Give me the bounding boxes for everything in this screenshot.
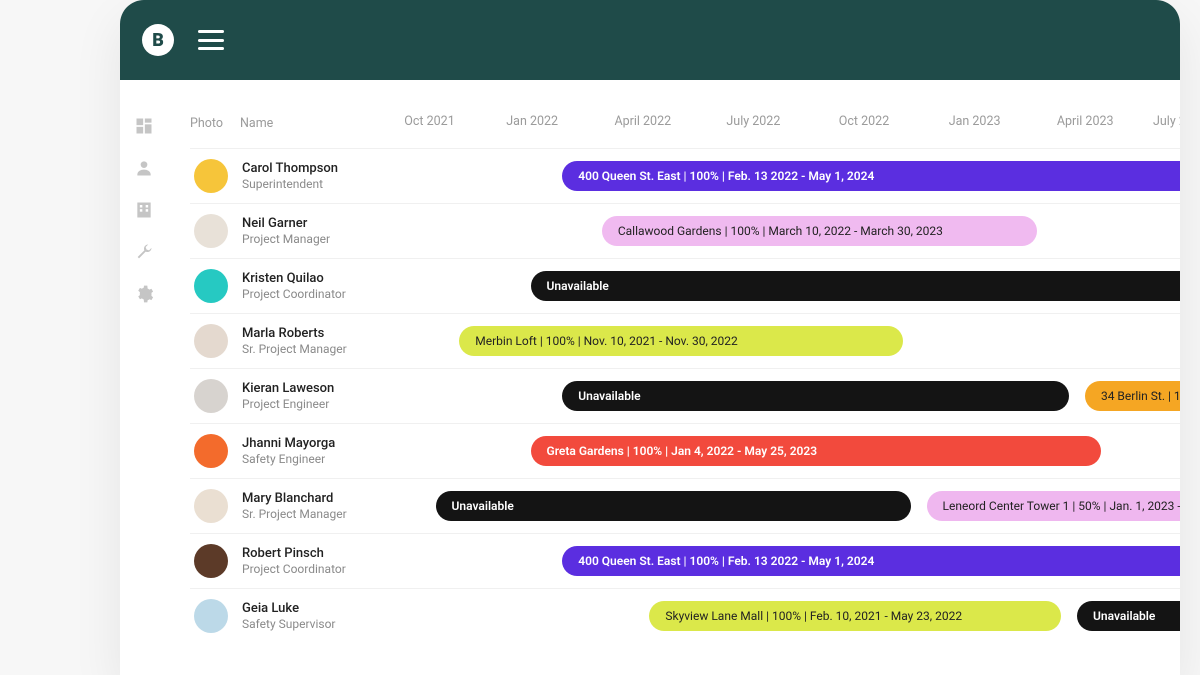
person-info: Mary BlanchardSr. Project Manager xyxy=(228,491,388,521)
hamburger-icon[interactable] xyxy=(198,30,224,50)
allocation-bar[interactable]: Unavailable xyxy=(562,381,1069,411)
person-row[interactable]: Jhanni MayorgaSafety Engineer Greta Garde… xyxy=(190,423,1180,478)
allocation-bar[interactable]: Callawood Gardens | 100% | March 10, 202… xyxy=(602,216,1038,246)
sidebar xyxy=(120,80,168,675)
allocation-bar[interactable]: 400 Queen St. East | 100% | Feb. 13 2022… xyxy=(562,546,1180,576)
content: Photo Name Oct 2021 Jan 2022 April 2022 Jul… xyxy=(168,80,1180,675)
user-icon[interactable] xyxy=(134,158,154,178)
person-row[interactable]: Geia LukeSafety Supervisor Skyview Lane M… xyxy=(190,588,1180,643)
header-row: Photo Name Oct 2021 Jan 2022 April 2022 Jul… xyxy=(190,100,1180,148)
wrench-icon[interactable] xyxy=(134,242,154,262)
person-role: Project Coordinator xyxy=(242,562,388,576)
dashboard-icon[interactable] xyxy=(134,116,154,136)
timeline-track: 400 Queen St. East | 100% | Feb. 13 2022… xyxy=(388,534,1180,588)
timeline-track: Callawood Gardens | 100% | March 10, 202… xyxy=(388,204,1180,258)
timeline-month-label: July 2022 xyxy=(726,114,780,129)
column-header-photo: Photo xyxy=(190,116,240,131)
timeline-track: Greta Gardens | 100% | Jan 4, 2022 - May… xyxy=(388,424,1180,478)
logo[interactable]: B xyxy=(142,24,174,56)
avatar[interactable] xyxy=(194,489,228,523)
avatar[interactable] xyxy=(194,434,228,468)
allocation-bar[interactable]: Leneord Center Tower 1 | 50% | Jan. 1, 2… xyxy=(927,491,1180,521)
topbar: B xyxy=(120,0,1180,80)
timeline-month-label: Oct 2021 xyxy=(404,114,454,129)
allocation-bar[interactable]: Unavailable xyxy=(1077,601,1180,631)
timeline-month-label: Jan 2022 xyxy=(506,114,558,129)
allocation-bar[interactable]: Greta Gardens | 100% | Jan 4, 2022 - May… xyxy=(531,436,1101,466)
timeline-month-label: April 2022 xyxy=(614,114,671,129)
avatar[interactable] xyxy=(194,599,228,633)
people-rows: Carol ThompsonSuperintendent 400 Queen St… xyxy=(190,148,1180,643)
gear-icon[interactable] xyxy=(134,284,154,304)
timeline-month-label: April 2023 xyxy=(1057,114,1114,129)
person-role: Project Coordinator xyxy=(242,287,388,301)
avatar[interactable] xyxy=(194,214,228,248)
person-info: Marla RobertsSr. Project Manager xyxy=(228,326,388,356)
person-role: Project Manager xyxy=(242,232,388,246)
person-role: Superintendent xyxy=(242,177,388,191)
person-role: Sr. Project Manager xyxy=(242,342,388,356)
person-role: Sr. Project Manager xyxy=(242,507,388,521)
timeline-track: 400 Queen St. East | 100% | Feb. 13 2022… xyxy=(388,149,1180,203)
person-role: Safety Engineer xyxy=(242,452,388,466)
logo-letter: B xyxy=(152,30,164,51)
timeline-track: Skyview Lane Mall | 100% | Feb. 10, 2021… xyxy=(388,589,1180,643)
person-row[interactable]: Neil GarnerProject Manager Callawood Gard… xyxy=(190,203,1180,258)
timeline-month-label: Jan 2023 xyxy=(949,114,1001,129)
person-info: Neil GarnerProject Manager xyxy=(228,216,388,246)
person-name: Carol Thompson xyxy=(242,161,388,176)
timeline-header: Oct 2021 Jan 2022 April 2022 July 2022 Oct 2… xyxy=(390,114,1180,132)
avatar[interactable] xyxy=(194,379,228,413)
body: Photo Name Oct 2021 Jan 2022 April 2022 Jul… xyxy=(120,80,1180,675)
allocation-bar[interactable]: 34 Berlin St. | 100% | xyxy=(1085,381,1180,411)
column-header-name: Name xyxy=(240,116,390,131)
avatar[interactable] xyxy=(194,324,228,358)
avatar[interactable] xyxy=(194,544,228,578)
person-name: Kieran Laweson xyxy=(242,381,388,396)
person-name: Neil Garner xyxy=(242,216,388,231)
person-name: Jhanni Mayorga xyxy=(242,436,388,451)
timeline-month-label: July 2023 xyxy=(1153,114,1180,129)
building-icon[interactable] xyxy=(134,200,154,220)
person-info: Robert PinschProject Coordinator xyxy=(228,546,388,576)
person-info: Geia LukeSafety Supervisor xyxy=(228,601,388,631)
person-info: Kristen QuilaoProject Coordinator xyxy=(228,271,388,301)
person-row[interactable]: Robert PinschProject Coordinator 400 Quee… xyxy=(190,533,1180,588)
app-frame: B Photo Name Oct 2021 Jan 2022 April 2022 J… xyxy=(120,0,1180,675)
person-row[interactable]: Kristen QuilaoProject Coordinator Unavail… xyxy=(190,258,1180,313)
person-info: Kieran LawesonProject Engineer xyxy=(228,381,388,411)
allocation-bar[interactable]: Unavailable xyxy=(436,491,911,521)
timeline-track: Unavailable Leneord Center Tower 1 | 50% … xyxy=(388,479,1180,533)
person-role: Project Engineer xyxy=(242,397,388,411)
allocation-bar[interactable]: Merbin Loft | 100% | Nov. 10, 2021 - Nov… xyxy=(459,326,903,356)
person-info: Carol ThompsonSuperintendent xyxy=(228,161,388,191)
person-name: Kristen Quilao xyxy=(242,271,388,286)
timeline-track: Unavailable 34 Berlin St. | 100% | xyxy=(388,369,1180,423)
allocation-bar[interactable]: 400 Queen St. East | 100% | Feb. 13 2022… xyxy=(562,161,1180,191)
allocation-bar[interactable]: Unavailable xyxy=(531,271,1180,301)
person-row[interactable]: Kieran LawesonProject EngineerUnavailabl… xyxy=(190,368,1180,423)
avatar[interactable] xyxy=(194,269,228,303)
timeline-track: Merbin Loft | 100% | Nov. 10, 2021 - Nov… xyxy=(388,314,1180,368)
person-name: Robert Pinsch xyxy=(242,546,388,561)
person-row[interactable]: Mary BlanchardSr. Project ManagerUnavail… xyxy=(190,478,1180,533)
avatar[interactable] xyxy=(194,159,228,193)
person-role: Safety Supervisor xyxy=(242,617,388,631)
allocation-bar[interactable]: Skyview Lane Mall | 100% | Feb. 10, 2021… xyxy=(649,601,1061,631)
person-name: Marla Roberts xyxy=(242,326,388,341)
timeline-track: Unavailable xyxy=(388,259,1180,313)
timeline-month-label: Oct 2022 xyxy=(839,114,889,129)
person-name: Geia Luke xyxy=(242,601,388,616)
person-row[interactable]: Marla RobertsSr. Project Manager Merbin L… xyxy=(190,313,1180,368)
person-row[interactable]: Carol ThompsonSuperintendent 400 Queen St… xyxy=(190,148,1180,203)
person-name: Mary Blanchard xyxy=(242,491,388,506)
person-info: Jhanni MayorgaSafety Engineer xyxy=(228,436,388,466)
